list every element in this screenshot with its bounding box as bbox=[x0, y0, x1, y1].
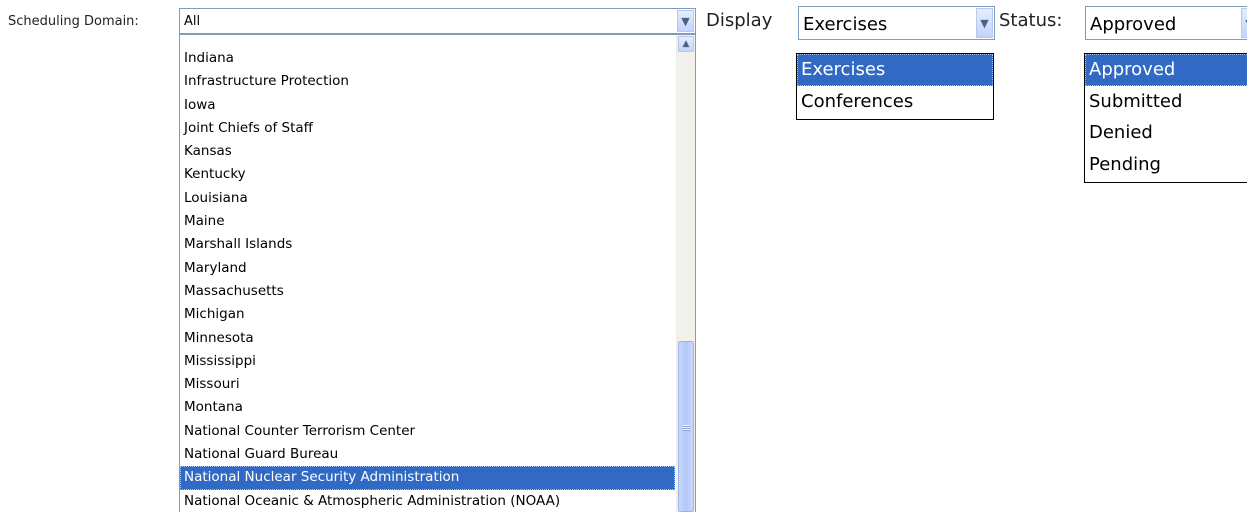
scheduling-option[interactable]: Mississippi bbox=[180, 350, 675, 373]
scheduling-option[interactable]: Maryland bbox=[180, 257, 675, 280]
scheduling-option[interactable]: Marshall Islands bbox=[180, 233, 675, 256]
grip-icon bbox=[683, 425, 690, 431]
scheduling-option[interactable]: Minnesota bbox=[180, 327, 675, 350]
scheduling-domain-dropdown-list[interactable]: Indiana Infrastructure Protection Iowa Join… bbox=[179, 34, 696, 512]
scheduling-option[interactable]: Maine bbox=[180, 210, 675, 233]
scheduling-domain-label: Scheduling Domain: bbox=[8, 14, 139, 29]
status-option[interactable]: Approved bbox=[1085, 54, 1247, 86]
status-option[interactable]: Denied bbox=[1085, 117, 1247, 149]
dropdown-scrollbar[interactable]: ▲ bbox=[676, 35, 695, 512]
scheduling-option[interactable]: Iowa bbox=[180, 94, 675, 117]
status-option[interactable]: Pending bbox=[1085, 149, 1247, 181]
scheduling-option[interactable]: National Oceanic & Atmospheric Administr… bbox=[180, 490, 675, 513]
status-select[interactable]: Approved ▼ bbox=[1085, 6, 1247, 40]
scheduling-option[interactable]: National Nuclear Security Administration bbox=[180, 466, 675, 490]
scheduling-option[interactable]: National Counter Terrorism Center bbox=[180, 420, 675, 443]
display-option[interactable]: Exercises bbox=[797, 54, 993, 86]
scheduling-option[interactable]: Kentucky bbox=[180, 163, 675, 186]
scheduling-option[interactable]: Massachusetts bbox=[180, 280, 675, 303]
scheduling-option[interactable]: Indiana bbox=[180, 47, 675, 70]
display-select[interactable]: Exercises ▼ bbox=[798, 6, 995, 40]
scheduling-option[interactable]: Joint Chiefs of Staff bbox=[180, 117, 675, 140]
status-value: Approved bbox=[1090, 14, 1177, 35]
scheduling-option[interactable]: Infrastructure Protection bbox=[180, 70, 675, 93]
scrollbar-thumb[interactable] bbox=[678, 341, 694, 512]
chevron-down-icon[interactable]: ▼ bbox=[976, 8, 993, 38]
status-label: Status: bbox=[999, 10, 1063, 31]
chevron-up-icon[interactable]: ▲ bbox=[678, 36, 694, 52]
status-dropdown-list[interactable]: Approved Submitted Denied Pending bbox=[1084, 53, 1247, 183]
display-label: Display bbox=[706, 10, 773, 31]
scheduling-option[interactable]: Kansas bbox=[180, 140, 675, 163]
scheduling-domain-select[interactable]: All ▼ bbox=[179, 8, 696, 34]
status-option[interactable]: Submitted bbox=[1085, 86, 1247, 118]
display-option[interactable]: Conferences bbox=[797, 86, 993, 118]
scheduling-option[interactable]: Montana bbox=[180, 396, 675, 419]
scheduling-domain-value: All bbox=[184, 14, 201, 29]
scheduling-option[interactable]: National Guard Bureau bbox=[180, 443, 675, 466]
scheduling-option[interactable]: Michigan bbox=[180, 303, 675, 326]
display-dropdown-list[interactable]: Exercises Conferences bbox=[796, 53, 994, 120]
scheduling-option[interactable]: Louisiana bbox=[180, 187, 675, 210]
scheduling-domain-options: Indiana Infrastructure Protection Iowa Join… bbox=[180, 47, 675, 513]
scheduling-option[interactable]: Missouri bbox=[180, 373, 675, 396]
display-value: Exercises bbox=[803, 14, 888, 35]
chevron-down-icon[interactable]: ▼ bbox=[677, 10, 694, 32]
chevron-down-icon[interactable]: ▼ bbox=[1241, 8, 1247, 38]
